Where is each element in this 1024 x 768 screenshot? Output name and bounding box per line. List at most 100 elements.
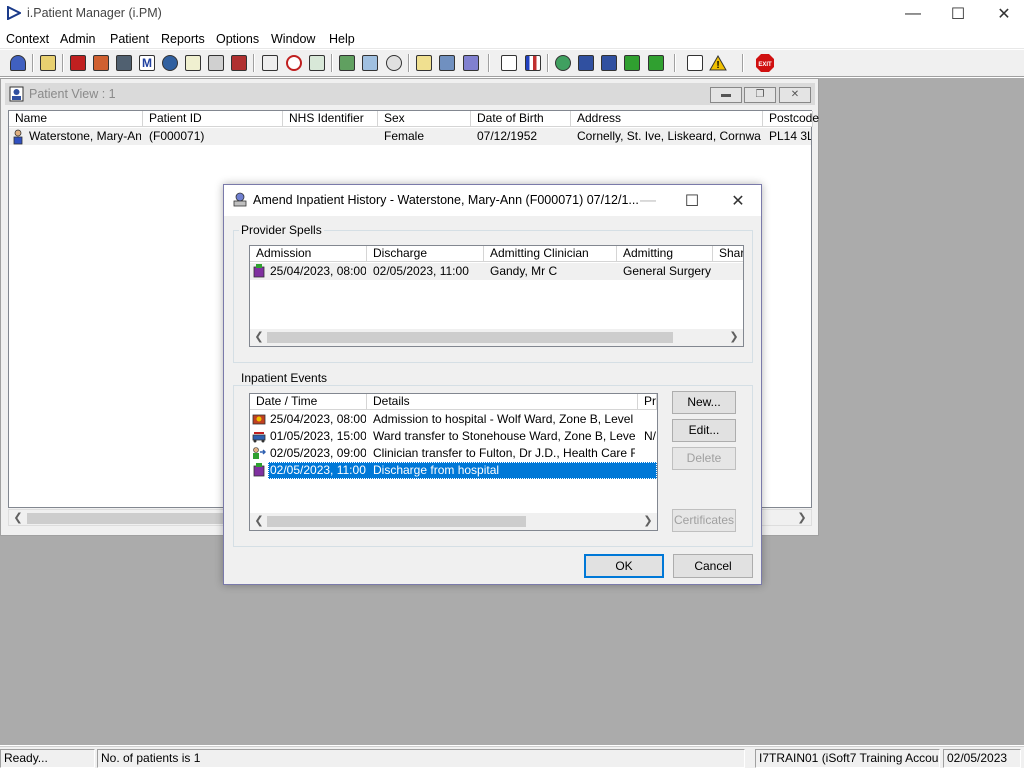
col-admitting-specialty[interactable]: Admitting Speci... [617, 246, 713, 275]
minimize-button[interactable]: — [890, 0, 936, 28]
patient-row[interactable]: Waterstone, Mary-Ann (F000071) Female 07… [9, 128, 811, 145]
green-arrow-icon[interactable] [622, 53, 642, 73]
app-titlebar: i.Patient Manager (i.PM) — ☐ ✕ [0, 0, 1024, 28]
printer-icon[interactable] [38, 53, 58, 73]
page-icon[interactable] [499, 53, 519, 73]
pv-restore-button[interactable]: ❐ [744, 87, 776, 103]
scroll-thumb[interactable] [267, 516, 526, 527]
swap-green-icon[interactable] [646, 53, 666, 73]
transfer-in-icon[interactable] [599, 53, 619, 73]
warning-icon[interactable]: ! [708, 53, 728, 73]
event-row[interactable]: 02/05/2023, 09:00 Clinician transfer to … [250, 445, 657, 462]
inpatient-events-hscrollbar[interactable]: ❮ ❯ [250, 513, 657, 530]
notes-icon[interactable] [183, 53, 203, 73]
dialog-maximize-button[interactable]: ☐ [669, 185, 715, 216]
inpatient-events-list[interactable]: Date / Time Details Pr 25/04/2023, 08:00… [249, 393, 658, 531]
inpatient-history-icon [233, 192, 247, 207]
clinician-icon[interactable] [160, 53, 180, 73]
cancel-button[interactable]: Cancel [673, 554, 753, 578]
menu-window[interactable]: Window [271, 32, 315, 46]
chart-icon[interactable] [337, 53, 357, 73]
provider-spell-row[interactable]: 25/04/2023, 08:00 02/05/2023, 11:00 Gand… [250, 263, 743, 280]
menu-help[interactable]: Help [329, 32, 355, 46]
edit-record-icon[interactable] [91, 53, 111, 73]
register-icon[interactable] [114, 53, 134, 73]
cell-pr: N/ [644, 429, 656, 443]
scroll-right-arrow-icon[interactable]: ❯ [795, 511, 809, 526]
edit-button[interactable]: Edit... [672, 419, 736, 442]
col-date-time[interactable]: Date / Time [250, 394, 367, 410]
provider-spells-hscrollbar[interactable]: ❮ ❯ [250, 329, 743, 346]
menu-patient[interactable]: Patient [110, 32, 149, 46]
exchange-icon[interactable] [685, 53, 705, 73]
col-details[interactable]: Details [367, 394, 638, 410]
pv-close-button[interactable]: ✕ [779, 87, 811, 103]
document-icon[interactable] [414, 53, 434, 73]
referral-icon[interactable] [360, 53, 380, 73]
ambulance-icon[interactable] [206, 53, 226, 73]
scroll-thumb[interactable] [27, 513, 223, 524]
menu-options[interactable]: Options [216, 32, 259, 46]
col-admitting-clinician[interactable]: Admitting Clinician [484, 246, 617, 262]
bed-icon[interactable] [229, 53, 249, 73]
col-dob[interactable]: Date of Birth [471, 111, 571, 127]
col-patient-id[interactable]: Patient ID [143, 111, 283, 127]
patient-search-icon[interactable] [8, 53, 28, 73]
event-row-selected[interactable]: 02/05/2023, 11:00 Discharge from hospita… [250, 462, 657, 479]
merge-icon[interactable]: M [137, 53, 157, 73]
dialog-close-button[interactable]: ✕ [715, 185, 761, 216]
list-icon[interactable] [307, 53, 327, 73]
admissions-icon[interactable] [461, 53, 481, 73]
col-discharge[interactable]: Discharge [367, 246, 484, 262]
statusbar: Ready... No. of patients is 1 I7TRAIN01 … [0, 746, 1024, 768]
scroll-left-arrow-icon[interactable]: ❮ [11, 511, 25, 526]
find-icon[interactable] [260, 53, 280, 73]
scroll-right-arrow-icon[interactable]: ❯ [727, 330, 741, 345]
col-address[interactable]: Address [571, 111, 763, 127]
cell-admitting-specialty: General Surgery [623, 264, 711, 278]
patient-count: No. of patients is 1 [97, 749, 745, 768]
globe-icon[interactable] [553, 53, 573, 73]
pv-minimize-button[interactable]: ▬ [710, 87, 742, 103]
ok-button[interactable]: OK [584, 554, 664, 578]
bar-chart-icon[interactable] [523, 53, 543, 73]
spell-icon [253, 264, 265, 278]
event-row[interactable]: 01/05/2023, 15:00 Ward transfer to Stone… [250, 428, 657, 445]
cell-details: Admission to hospital - Wolf Ward, Zone … [373, 412, 635, 426]
col-admission[interactable]: Admission [250, 246, 367, 262]
exit-icon[interactable]: EXIT [755, 53, 775, 73]
col-postcode[interactable]: Postcode [763, 111, 819, 127]
cell-date-time: 25/04/2023, 08:00 [270, 412, 366, 426]
scroll-thumb[interactable] [267, 332, 673, 343]
menu-admin[interactable]: Admin [60, 32, 95, 46]
provider-spells-list[interactable]: Admission Discharge Admitting Clinician … [249, 245, 744, 347]
menu-context[interactable]: Context [6, 32, 49, 46]
dialog-title: Amend Inpatient History - Waterstone, Ma… [253, 193, 639, 207]
maximize-button[interactable]: ☐ [935, 0, 981, 28]
delete-button[interactable]: Delete [672, 447, 736, 470]
col-name[interactable]: Name [9, 111, 143, 127]
menu-reports[interactable]: Reports [161, 32, 205, 46]
clock-icon[interactable] [284, 53, 304, 73]
book-icon[interactable] [68, 53, 88, 73]
col-shared[interactable]: Shar [713, 246, 743, 262]
patient-view-title: Patient View : 1 [29, 87, 116, 101]
transport-icon[interactable] [437, 53, 457, 73]
col-sex[interactable]: Sex [378, 111, 471, 127]
close-button[interactable]: ✕ [981, 0, 1024, 28]
schedule-icon[interactable] [384, 53, 404, 73]
scroll-right-arrow-icon[interactable]: ❯ [641, 514, 655, 529]
scroll-left-arrow-icon[interactable]: ❮ [252, 330, 266, 345]
col-pr[interactable]: Pr [638, 394, 657, 410]
col-nhs-identifier[interactable]: NHS Identifier [283, 111, 378, 127]
dialog-minimize-button: — [640, 191, 656, 209]
patient-icon [13, 129, 23, 145]
cell-date-time: 02/05/2023, 09:00 [270, 446, 366, 460]
cell-dob: 07/12/1952 [477, 129, 538, 143]
scroll-left-arrow-icon[interactable]: ❮ [252, 514, 266, 529]
event-row[interactable]: 25/04/2023, 08:00 Admission to hospital … [250, 411, 657, 428]
new-button[interactable]: New... [672, 391, 736, 414]
certificates-button[interactable]: Certificates [672, 509, 736, 532]
transfer-out-icon[interactable] [576, 53, 596, 73]
svg-text:!: ! [716, 60, 719, 71]
